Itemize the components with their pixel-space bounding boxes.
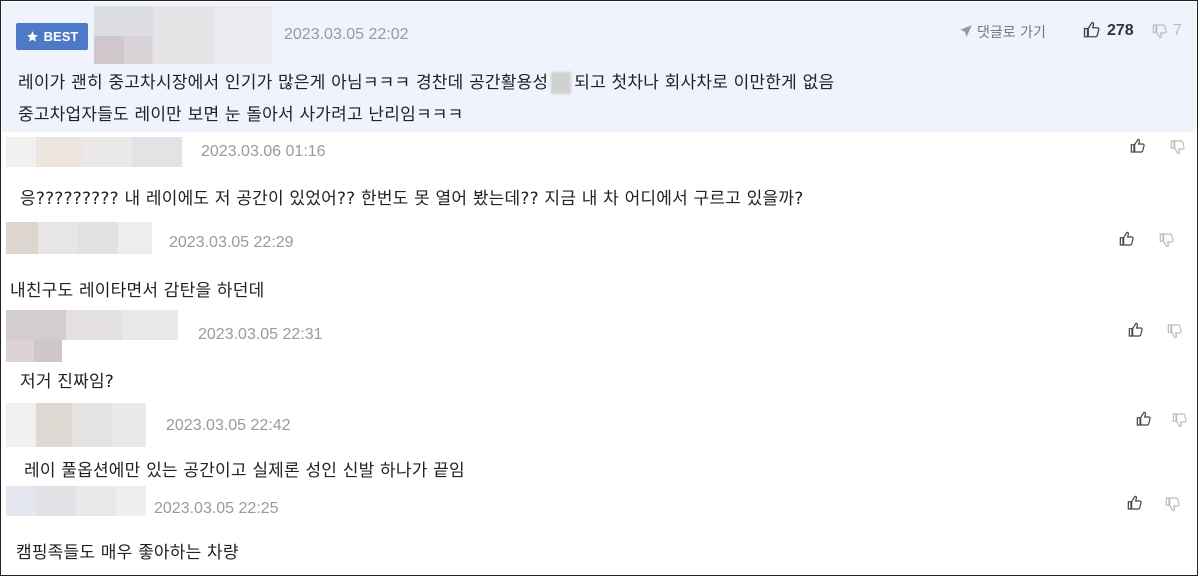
thumbs-up-icon[interactable] [1130,138,1146,154]
comment-item: 2023.03.05 22:29 내친구도 레이타면서 감탄을 하던데 [2,222,1196,308]
avatar [6,403,146,447]
best-badge-label: BEST [43,29,79,44]
comment-text: 레이가 괜히 중고차시장에서 인기가 많은게 아님ㅋㅋㅋ 경찬데 공간활용성 되고… [18,68,834,94]
comment-text-part: 되고 첫차나 회사차로 이만한게 없음 [574,73,835,93]
thumbs-up-icon[interactable] [1127,495,1143,511]
comment-date: 2023.03.05 22:42 [166,417,291,434]
reply-link[interactable]: 댓글로 가기 [977,22,1046,42]
thumbs-up-icon[interactable] [1128,322,1144,338]
thumbs-down-icon[interactable] [1159,232,1175,248]
comment-date: 2023.03.05 22:25 [154,500,279,517]
comment-text-line2: 중고차업자들도 레이만 보면 눈 돌아서 사가려고 난리임ㅋㅋㅋ [18,105,464,125]
comment-date: 2023.03.05 22:31 [198,326,323,343]
comment-item: 2023.03.06 01:16 응????????? 내 레이에도 저 공간이… [2,132,1196,222]
best-comment: BEST 2023.03.05 22:02 댓글로 가기 278 7 레이가 괜… [2,2,1196,132]
avatar-blur-lower [94,36,152,64]
avatar [6,310,178,340]
thumbs-up-icon[interactable] [1083,21,1101,39]
star-icon [26,31,38,42]
censored-word [551,72,572,94]
thumbs-down-icon[interactable] [1170,139,1186,155]
avatar [6,222,152,254]
thumbs-down-icon[interactable] [1165,496,1181,512]
comment-list: BEST 2023.03.05 22:02 댓글로 가기 278 7 레이가 괜… [0,0,1198,576]
reply-arrow-icon[interactable] [959,24,973,38]
best-badge: BEST [16,23,88,50]
like-count: 278 [1107,22,1134,39]
comment-text: 캠핑족들도 매우 좋아하는 차량 [16,543,239,563]
comment-text: 내친구도 레이타면서 감탄을 하던데 [10,281,265,301]
comment-text: 저거 진짜임? [20,372,115,392]
avatar [6,486,146,516]
comment-text: 레이 풀옵션에만 있는 공간이고 실제론 성인 신발 하나가 끝임 [24,461,465,481]
comment-item: 2023.03.05 22:25 캠핑족들도 매우 좋아하는 차량 [2,486,1196,575]
thumbs-down-icon[interactable] [1152,23,1168,39]
comment-item: 2023.03.05 22:31 저거 진짜임? [2,308,1196,400]
thumbs-up-icon[interactable] [1136,411,1152,427]
thumbs-up-icon[interactable] [1119,231,1135,247]
comment-date: 2023.03.05 22:29 [169,234,294,251]
dislike-count: 7 [1173,22,1182,39]
avatar [6,137,182,167]
comment-date: 2023.03.05 22:02 [284,26,409,43]
comment-text-part: 레이가 괜히 중고차시장에서 인기가 많은게 아님ㅋㅋㅋ 경찬데 공간활용성 [18,73,549,93]
comment-date: 2023.03.06 01:16 [201,143,326,160]
thumbs-down-icon[interactable] [1167,323,1183,339]
thumbs-down-icon[interactable] [1172,412,1188,428]
comment-item: 2023.03.05 22:42 레이 풀옵션에만 있는 공간이고 실제론 성인… [2,400,1196,486]
comment-text: 응????????? 내 레이에도 저 공간이 있었어?? 한번도 못 열어 봤… [20,189,804,209]
avatar-blur-lower [6,340,62,362]
